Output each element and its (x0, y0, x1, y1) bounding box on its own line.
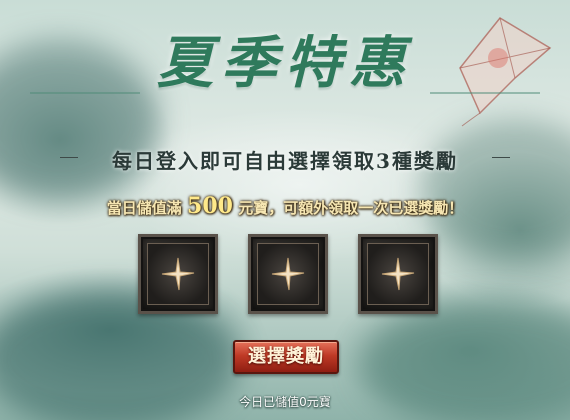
plus-icon (381, 257, 415, 291)
reward-slot-2[interactable] (248, 234, 328, 314)
summer-event-panel: 夏季特惠 每日登入即可自由選擇領取3種獎勵 當日儲值滿 500 元寶，可額外領取… (0, 0, 570, 420)
reward-slot-1[interactable] (138, 234, 218, 314)
reward-slot-inner (367, 243, 429, 305)
event-title: 夏季特惠 (157, 30, 413, 96)
notice-suffix: 元寶，可額外領取一次已選獎勵！ (238, 199, 464, 217)
notice-amount: 500 (187, 193, 233, 219)
stored-amount-text: 今日已儲值0元寶 (239, 395, 331, 409)
notice-prefix: 當日儲值滿 (106, 199, 182, 217)
reward-slot-inner (257, 243, 319, 305)
select-reward-button[interactable]: 選擇獎勵 (233, 340, 339, 374)
background-mist (420, 120, 570, 260)
reward-slot-3[interactable] (358, 234, 438, 314)
plus-icon (271, 257, 305, 291)
event-subtitle: 每日登入即可自由選擇領取3種獎勵 (112, 149, 458, 173)
reward-slot-inner (147, 243, 209, 305)
plus-icon (161, 257, 195, 291)
bonus-notice: 當日儲值滿 500 元寶，可額外領取一次已選獎勵！ (0, 193, 570, 219)
